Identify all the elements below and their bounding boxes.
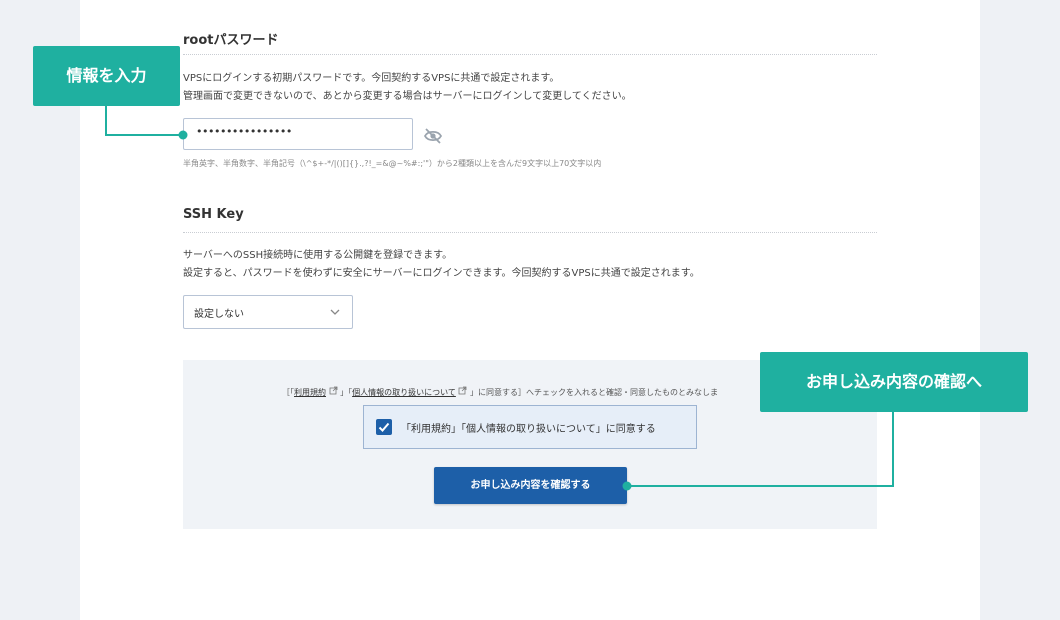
callout-input-info: 情報を入力 [33, 46, 180, 106]
callout-confirm: お申し込み内容の確認へ [760, 352, 1028, 412]
